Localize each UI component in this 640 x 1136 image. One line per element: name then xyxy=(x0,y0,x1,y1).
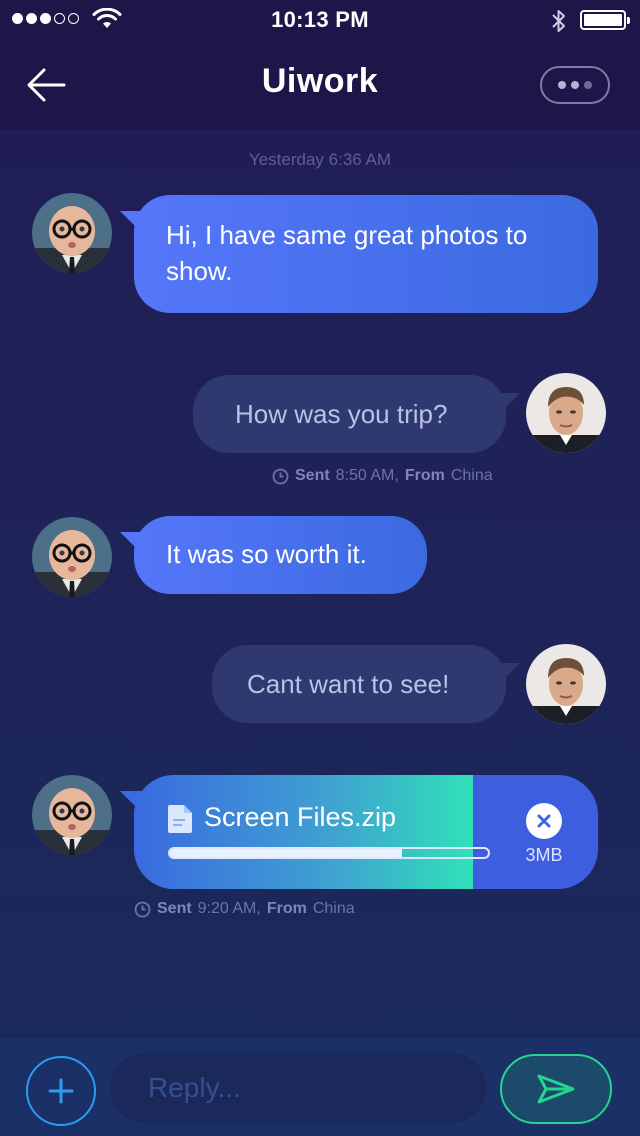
from-label: From xyxy=(266,900,307,917)
bluetooth-icon xyxy=(552,10,565,32)
from-label: From xyxy=(404,467,445,484)
contact-avatar[interactable] xyxy=(32,775,112,855)
message-meta: Sent 9:20 AM, From China xyxy=(134,900,355,918)
sent-time: 8:50 AM, xyxy=(335,467,399,484)
message-bubble-outgoing[interactable]: How was you trip? xyxy=(193,375,520,453)
status-time: 10:13 PM xyxy=(271,7,369,32)
message-composer xyxy=(0,1038,640,1136)
file-attachment-bubble[interactable]: Screen Files.zip 3MB xyxy=(134,775,598,889)
add-attachment-button[interactable] xyxy=(26,1056,96,1126)
close-icon xyxy=(537,814,551,828)
file-name: Screen Files.zip xyxy=(204,802,397,832)
cancel-upload-button[interactable] xyxy=(526,803,562,839)
message-bubble-incoming[interactable]: Hi, I have same great photos to show. xyxy=(134,195,598,313)
clock-icon xyxy=(134,901,151,917)
sent-label: Sent xyxy=(295,467,330,484)
document-icon xyxy=(168,805,192,833)
message-text: How was you trip? xyxy=(235,399,448,429)
upload-progress-bar xyxy=(168,847,490,859)
message-text: It was so worth it. xyxy=(166,539,367,569)
conversation-timestamp: Yesterday 6:36 AM xyxy=(248,150,392,169)
user-avatar[interactable] xyxy=(526,644,606,724)
status-bar: 10:13 PM xyxy=(0,0,640,40)
message-text: Cant want to see! xyxy=(247,669,450,699)
clock-icon xyxy=(272,468,289,484)
nav-header: Uiwork xyxy=(0,40,640,130)
message-bubble-outgoing[interactable]: Cant want to see! xyxy=(212,645,520,723)
send-icon xyxy=(537,1074,575,1104)
sent-location: China xyxy=(312,900,355,917)
sent-time: 9:20 AM, xyxy=(197,900,261,917)
sent-location: China xyxy=(450,467,493,484)
message-meta: Sent 8:50 AM, From China xyxy=(272,467,493,485)
contact-avatar[interactable] xyxy=(32,517,112,597)
battery-icon xyxy=(580,10,630,30)
more-options-button[interactable] xyxy=(540,66,610,104)
reply-input[interactable] xyxy=(110,1053,486,1123)
user-avatar[interactable] xyxy=(526,373,606,453)
plus-icon xyxy=(48,1078,74,1104)
file-size: 3MB xyxy=(525,845,563,865)
contact-avatar[interactable] xyxy=(32,193,112,273)
send-button[interactable] xyxy=(500,1054,612,1124)
message-text: Hi, I have same great photos to show. xyxy=(166,220,528,286)
message-bubble-incoming[interactable]: It was so worth it. xyxy=(134,516,427,594)
ellipsis-icon xyxy=(558,81,566,89)
sent-label: Sent xyxy=(157,900,192,917)
